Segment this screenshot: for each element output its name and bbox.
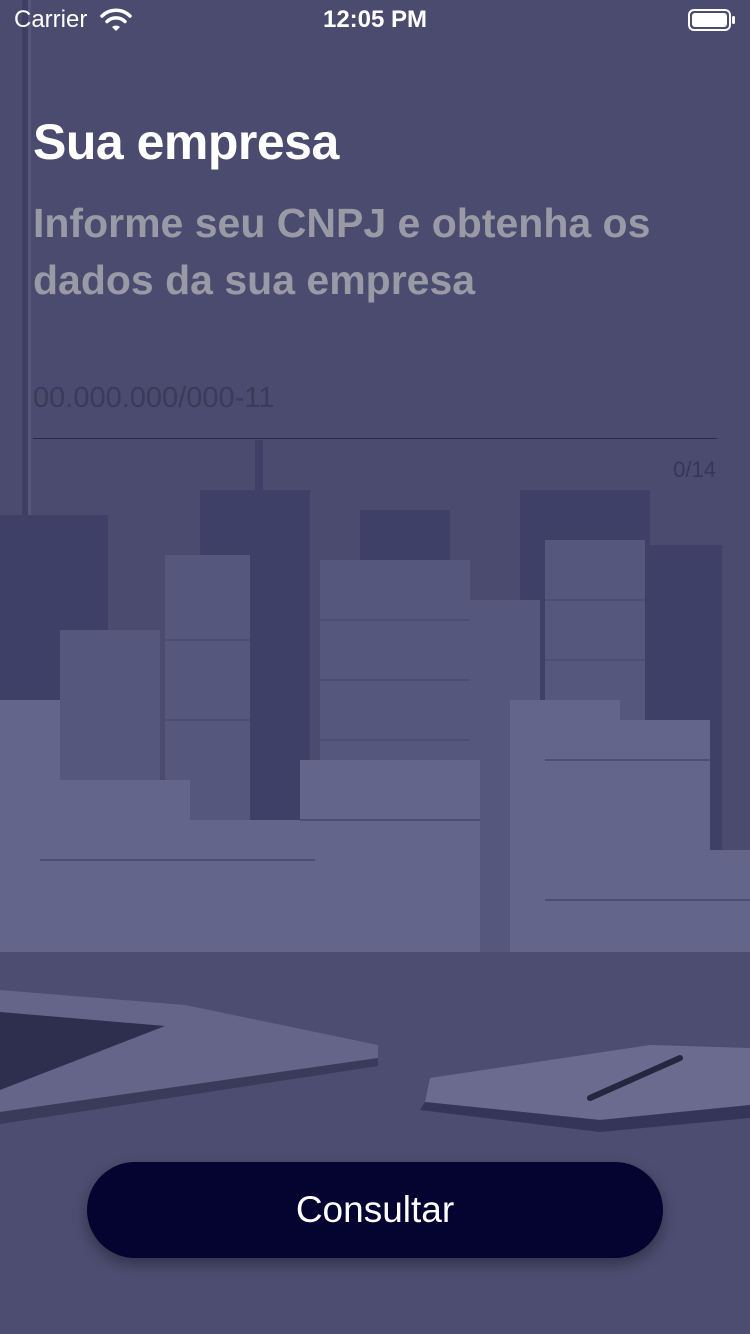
status-bar: Carrier 12:05 PM — [0, 0, 750, 40]
consult-button[interactable]: Consultar — [87, 1162, 663, 1258]
clock: 12:05 PM — [322, 6, 428, 33]
character-counter: 0/14 — [673, 457, 716, 482]
battery-icon — [688, 9, 736, 36]
page-title: Sua empresa — [33, 114, 339, 170]
page-subtitle: Informe seu CNPJ e obtenha os dados da s… — [33, 200, 651, 303]
company-lookup-screen: Carrier 12:05 PM Sua empresa Informe seu… — [0, 0, 750, 1334]
cnpj-input[interactable] — [33, 358, 717, 439]
